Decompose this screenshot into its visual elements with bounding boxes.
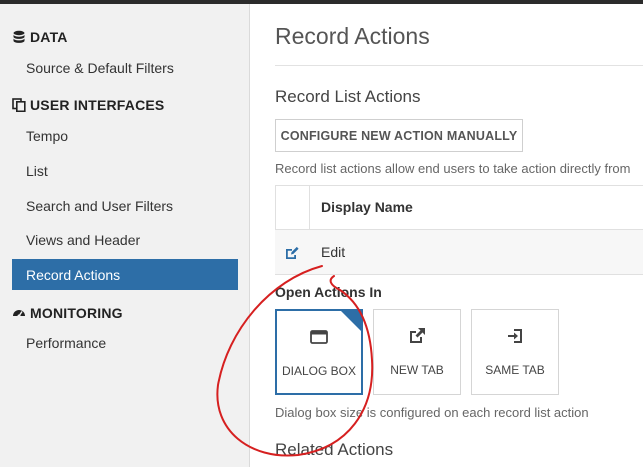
row-display-name: Edit: [321, 244, 346, 260]
option-label: SAME TAB: [485, 363, 545, 377]
related-actions-heading: Related Actions: [275, 440, 394, 459]
sidebar-item-record-actions[interactable]: Record Actions: [12, 259, 238, 290]
column-header-display-name: Display Name: [321, 199, 413, 215]
sidebar-item-label: Source & Default Filters: [26, 59, 174, 76]
page-title: Record Actions: [275, 23, 430, 49]
table-header: Display Name: [275, 185, 643, 230]
open-actions-in-label: Open Actions In: [275, 284, 382, 300]
edit-icon[interactable]: [284, 245, 300, 261]
sidebar-item-label: List: [26, 162, 48, 179]
record-list-actions-heading: Record List Actions: [275, 87, 421, 106]
dashboard-icon: [13, 310, 25, 318]
sign-in-icon: [508, 329, 522, 343]
section-monitoring: MONITORING: [12, 303, 123, 323]
table-row[interactable]: Edit: [275, 230, 643, 275]
section-monitoring-title: MONITORING: [30, 305, 123, 321]
option-same-tab[interactable]: SAME TAB: [471, 309, 559, 395]
sidebar-item-list[interactable]: List: [12, 155, 238, 186]
table-header-icon-cell: [275, 186, 310, 230]
option-new-tab[interactable]: NEW TAB: [373, 309, 461, 395]
sidebar-item-tempo[interactable]: Tempo: [12, 120, 238, 151]
sidebar-item-performance[interactable]: Performance: [12, 327, 238, 358]
section-user-interfaces: USER INTERFACES: [12, 95, 164, 115]
external-link-icon: [410, 328, 425, 343]
record-list-actions-description: Record list actions allow end users to t…: [275, 161, 631, 176]
configure-new-action-button[interactable]: CONFIGURE NEW ACTION MANUALLY: [275, 119, 523, 152]
sidebar-item-search-user-filters[interactable]: Search and User Filters: [12, 190, 238, 221]
sidebar-item-views-header[interactable]: Views and Header: [12, 224, 238, 255]
section-data-title: DATA: [30, 29, 68, 45]
sidebar-item-label: Record Actions: [26, 266, 121, 283]
option-label: NEW TAB: [390, 363, 444, 377]
database-icon: [13, 30, 25, 43]
sidebar-item-label: Performance: [26, 334, 107, 351]
selected-corner-badge: [339, 309, 363, 333]
option-label: DIALOG BOX: [281, 364, 357, 378]
title-divider: [275, 65, 643, 66]
option-dialog-box[interactable]: DIALOG BOX: [275, 309, 363, 395]
main-content: Record Actions Record List Actions CONFI…: [251, 4, 643, 467]
copy-icon: [12, 98, 26, 112]
section-data: DATA: [12, 27, 68, 47]
sidebar-item-label: Search and User Filters: [26, 197, 174, 214]
dialog-box-icon: [310, 330, 328, 344]
dialog-size-hint: Dialog box size is configured on each re…: [275, 405, 589, 420]
sidebar-item-source-default-filters[interactable]: Source & Default Filters: [12, 52, 238, 83]
section-user-interfaces-title: USER INTERFACES: [30, 97, 165, 113]
sidebar: DATA Source & Default Filters USER INTER…: [0, 4, 250, 467]
sidebar-item-label: Views and Header: [26, 231, 141, 248]
sidebar-item-label: Tempo: [26, 127, 69, 144]
